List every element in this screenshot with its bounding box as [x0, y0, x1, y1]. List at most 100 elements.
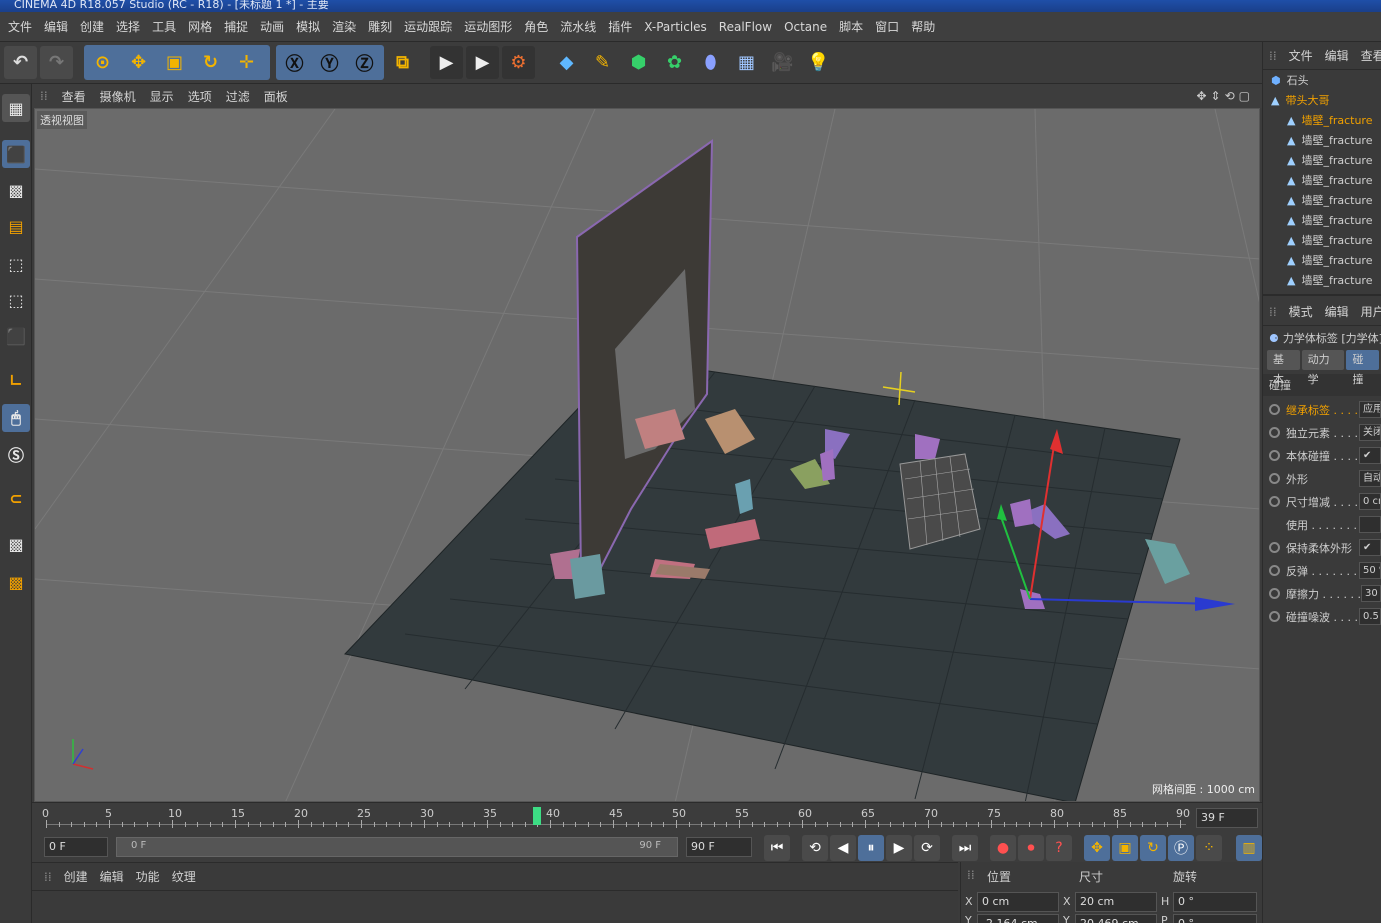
- menu-item-20[interactable]: 窗口: [875, 18, 899, 35]
- deformer-icon[interactable]: ⬮: [694, 46, 727, 79]
- render-view-icon[interactable]: ▶: [430, 46, 463, 79]
- solo-icon[interactable]: Ⓢ: [2, 440, 30, 468]
- redo-icon[interactable]: ↷: [40, 46, 73, 79]
- object-list-item[interactable]: ▲ 墙壁_fracture: [1263, 150, 1381, 170]
- object-list-item[interactable]: ▲ 墙壁_fracture: [1263, 110, 1381, 130]
- timeline-ruler[interactable]: 0 5 10 15 20 25 30 35 40 45 50 55 60 65 70 75 80 85 90 39 …: [32, 802, 1262, 832]
- key-scale-icon[interactable]: ▣: [1112, 835, 1138, 861]
- render-picture-viewer-icon[interactable]: ▶: [466, 46, 499, 79]
- undo-icon[interactable]: ↶: [4, 46, 37, 79]
- frame-range-slider[interactable]: 0 F 90 F: [116, 837, 678, 857]
- x-axis-icon[interactable]: Ⓧ: [278, 46, 311, 79]
- object-list-item[interactable]: ▲ 墙壁_fracture: [1263, 190, 1381, 210]
- animate-radio-icon[interactable]: [1269, 450, 1280, 461]
- menu-item-1[interactable]: 编辑: [44, 18, 68, 35]
- render-settings-icon[interactable]: ⚙: [502, 46, 535, 79]
- viewport-nav-icons[interactable]: ✥⇕⟲▢: [1196, 89, 1254, 103]
- om-menu-file[interactable]: 文件: [1289, 47, 1313, 64]
- pen-icon[interactable]: ✎: [586, 46, 619, 79]
- rotate-icon[interactable]: ↻: [194, 46, 227, 79]
- menu-item-8[interactable]: 模拟: [296, 18, 320, 35]
- object-list-item[interactable]: ▲ 墙壁_fracture: [1263, 270, 1381, 290]
- next-frame-icon[interactable]: ▶: [886, 835, 912, 861]
- snap-icon[interactable]: ⊂: [2, 484, 30, 512]
- axis-mode-icon[interactable]: ∟: [2, 366, 30, 394]
- menu-item-6[interactable]: 捕捉: [224, 18, 248, 35]
- move-icon[interactable]: ✥: [122, 46, 155, 79]
- current-frame-field[interactable]: 39 F: [1196, 808, 1258, 828]
- attribute-value[interactable]: 自动: [1359, 470, 1381, 487]
- animate-radio-icon[interactable]: [1269, 611, 1280, 622]
- menu-item-0[interactable]: 文件: [8, 18, 32, 35]
- next-key-icon[interactable]: ⟳: [914, 835, 940, 861]
- object-list-item[interactable]: ▲ 墙壁_fracture: [1263, 170, 1381, 190]
- material-menu-edit[interactable]: 编辑: [100, 868, 124, 885]
- object-list-item[interactable]: ▲ 墙壁_fracture: [1263, 230, 1381, 250]
- viewport-menu-view[interactable]: 查看: [62, 88, 86, 105]
- om-menu-edit[interactable]: 编辑: [1325, 47, 1349, 64]
- menu-item-14[interactable]: 流水线: [560, 18, 596, 35]
- menu-item-4[interactable]: 工具: [152, 18, 176, 35]
- menu-item-18[interactable]: Octane: [784, 20, 827, 34]
- menu-item-19[interactable]: 脚本: [839, 18, 863, 35]
- x-size-field[interactable]: 20 cm: [1075, 892, 1157, 912]
- menu-item-12[interactable]: 运动图形: [464, 18, 512, 35]
- live-select-icon[interactable]: ⊙: [86, 46, 119, 79]
- go-to-end-icon[interactable]: ⏭: [952, 835, 978, 861]
- go-to-start-icon[interactable]: ⏮: [764, 835, 790, 861]
- y-axis-icon[interactable]: Ⓨ: [313, 46, 346, 79]
- x-position-field[interactable]: 0 cm: [977, 892, 1059, 912]
- z-axis-icon[interactable]: Ⓩ: [348, 46, 381, 79]
- subdivision-icon[interactable]: ⬢: [622, 46, 655, 79]
- object-list-item[interactable]: ⬢ 石头: [1263, 70, 1381, 90]
- h-rotation-field[interactable]: 0 °: [1173, 892, 1257, 912]
- floor-icon[interactable]: ▦: [730, 46, 763, 79]
- animate-radio-icon[interactable]: [1269, 565, 1280, 576]
- auto-key-icon[interactable]: ⏺: [1018, 835, 1044, 861]
- p-rotation-field[interactable]: 0 °: [1173, 914, 1257, 923]
- viewport-menu-filter[interactable]: 过滤: [226, 88, 250, 105]
- attribute-value[interactable]: 0 cm: [1359, 493, 1381, 510]
- y-position-field[interactable]: -2.164 cm: [977, 914, 1059, 923]
- attribute-value[interactable]: [1359, 516, 1381, 533]
- points-mode-icon[interactable]: ⬚: [2, 250, 30, 278]
- previous-frame-icon[interactable]: ◀: [830, 835, 856, 861]
- menu-item-16[interactable]: X-Particles: [644, 20, 707, 34]
- animate-radio-icon[interactable]: [1269, 427, 1280, 438]
- am-menu-user[interactable]: 用户: [1361, 303, 1381, 320]
- menu-item-13[interactable]: 角色: [524, 18, 548, 35]
- menu-item-5[interactable]: 网格: [188, 18, 212, 35]
- menu-item-2[interactable]: 创建: [80, 18, 104, 35]
- animate-radio-icon[interactable]: [1269, 588, 1280, 599]
- end-frame-field[interactable]: 90 F: [686, 837, 752, 857]
- cloner-icon[interactable]: ✿: [658, 46, 691, 79]
- object-list-item[interactable]: ▲ 带头大哥: [1263, 90, 1381, 110]
- lock-workplane-icon[interactable]: ▩: [2, 530, 30, 558]
- menu-item-9[interactable]: 渲染: [332, 18, 356, 35]
- y-size-field[interactable]: 20.469 cm: [1075, 914, 1157, 923]
- animate-radio-icon[interactable]: [1269, 473, 1280, 484]
- menu-item-10[interactable]: 雕刻: [368, 18, 392, 35]
- animate-radio-icon[interactable]: [1269, 404, 1280, 415]
- attribute-value[interactable]: 0.5 %: [1359, 608, 1381, 625]
- attribute-value[interactable]: 关闭: [1359, 424, 1381, 441]
- scale-icon[interactable]: ▣: [158, 46, 191, 79]
- menu-item-21[interactable]: 帮助: [911, 18, 935, 35]
- timeline-playhead[interactable]: [533, 807, 542, 825]
- menu-item-15[interactable]: 插件: [608, 18, 632, 35]
- texture-mode-icon[interactable]: ▩: [2, 176, 30, 204]
- cube-icon[interactable]: ◆: [550, 46, 583, 79]
- camera-icon[interactable]: 🎥: [766, 46, 799, 79]
- viewport-menu-panel[interactable]: 面板: [264, 88, 288, 105]
- object-list-item[interactable]: ▲ 墙壁_fracture: [1263, 130, 1381, 150]
- animate-radio-icon[interactable]: [1269, 542, 1280, 553]
- attribute-tab[interactable]: 碰撞: [1346, 350, 1380, 386]
- attribute-value[interactable]: 应用: [1359, 401, 1381, 418]
- animate-radio-icon[interactable]: [1269, 496, 1280, 507]
- tweak-mode-icon[interactable]: 🖱: [2, 404, 30, 432]
- menu-item-7[interactable]: 动画: [260, 18, 284, 35]
- key-parameter-icon[interactable]: Ⓟ: [1168, 835, 1194, 861]
- move-plus-icon[interactable]: ✛: [230, 46, 263, 79]
- key-position-icon[interactable]: ✥: [1084, 835, 1110, 861]
- key-pla-icon[interactable]: ⁘: [1196, 835, 1222, 861]
